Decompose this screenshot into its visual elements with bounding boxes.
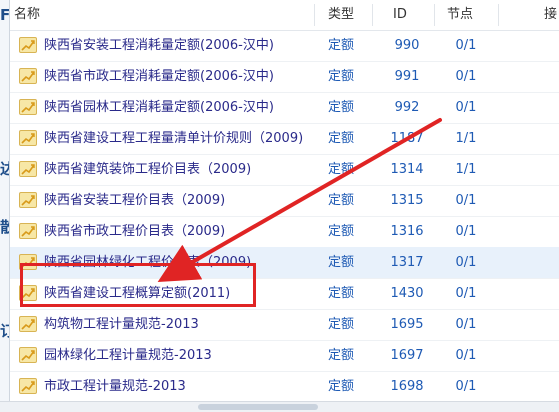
row-name[interactable]: 陕西省市政工程价目表（2009) [44, 216, 324, 247]
background-glyph: 达 [0, 160, 9, 178]
row-node: 0/1 [455, 348, 477, 363]
row-type: 定额 [328, 286, 355, 301]
table-row[interactable]: 陕西省园林绿化工程价目表（2009) 定额 1317 0/1 [10, 247, 559, 279]
row-name[interactable]: 陕西省建筑装饰工程价目表（2009) [44, 154, 324, 185]
row-id: 1698 [390, 379, 424, 394]
table-row[interactable]: 陕西省建设工程概算定额(2011) 定额 1430 0/1 [10, 278, 559, 310]
table-row[interactable]: 陕西省园林工程消耗量定额(2006-汉中) 定额 992 0/1 [10, 92, 559, 124]
row-id: 991 [394, 69, 420, 84]
column-divider[interactable] [434, 4, 435, 26]
chart-trend-icon [19, 254, 37, 270]
row-type: 定额 [328, 193, 355, 208]
row-type: 定额 [328, 348, 355, 363]
column-divider[interactable] [314, 4, 315, 26]
table-row[interactable]: 构筑物工程计量规范-2013 定额 1695 0/1 [10, 309, 559, 341]
row-name[interactable]: 园林绿化工程计量规范-2013 [44, 340, 324, 371]
table-row[interactable]: 陕西省建筑装饰工程价目表（2009) 定额 1314 1/1 [10, 154, 559, 186]
row-id: 1187 [390, 131, 424, 146]
row-type: 定额 [328, 38, 355, 53]
row-name[interactable]: 陕西省建设工程概算定额(2011) [44, 278, 324, 309]
background-glyph: F [0, 6, 9, 24]
table-row[interactable]: 陕西省市政工程消耗量定额(2006-汉中) 定额 991 0/1 [10, 61, 559, 93]
horizontal-scrollbar[interactable] [0, 401, 559, 412]
column-header-action[interactable]: 接 [544, 0, 557, 30]
row-type: 定额 [328, 100, 355, 115]
chart-trend-icon [19, 285, 37, 301]
table-row[interactable]: 园林绿化工程计量规范-2013 定额 1697 0/1 [10, 340, 559, 372]
row-name[interactable]: 陕西省建设工程工程量清单计价规则（2009) [44, 123, 324, 154]
column-header-name[interactable]: 名称 [14, 0, 40, 30]
scrollbar-thumb[interactable] [198, 404, 318, 410]
chart-trend-icon [19, 130, 37, 146]
chart-trend-icon [19, 347, 37, 363]
table-row[interactable]: 陕西省市政工程价目表（2009) 定额 1316 0/1 [10, 216, 559, 248]
row-node: 0/1 [455, 193, 477, 208]
table-row[interactable]: 市政工程计量规范-2013 定额 1698 0/1 [10, 371, 559, 403]
table-row[interactable]: 陕西省安装工程消耗量定额(2006-汉中) 定额 990 0/1 [10, 30, 559, 62]
quota-list-panel: 名称 类型 ID 节点 接 陕西省安装工程消耗量定额(2006-汉中) 定额 990… [9, 0, 559, 403]
table-row[interactable]: 陕西省建设工程工程量清单计价规则（2009) 定额 1187 1/1 [10, 123, 559, 155]
row-node: 0/1 [455, 38, 477, 53]
row-type: 定额 [328, 224, 355, 239]
row-id: 1695 [390, 317, 424, 332]
chart-trend-icon [19, 37, 37, 53]
chart-trend-icon [19, 161, 37, 177]
row-node: 1/1 [455, 162, 477, 177]
chart-trend-icon [19, 99, 37, 115]
row-type: 定额 [328, 379, 355, 394]
row-type: 定额 [328, 131, 355, 146]
row-node: 0/1 [455, 379, 477, 394]
row-type: 定额 [328, 162, 355, 177]
row-id: 1317 [390, 255, 424, 270]
row-node: 0/1 [455, 69, 477, 84]
row-node: 0/1 [455, 100, 477, 115]
table-header: 名称 类型 ID 节点 接 [10, 0, 559, 31]
row-name[interactable]: 构筑物工程计量规范-2013 [44, 309, 324, 340]
chart-trend-icon [19, 68, 37, 84]
row-type: 定额 [328, 255, 355, 270]
background-glyph: 散 [0, 218, 9, 236]
row-id: 990 [394, 38, 420, 53]
column-divider[interactable] [372, 4, 373, 26]
chart-trend-icon [19, 223, 37, 239]
row-id: 1316 [390, 224, 424, 239]
chart-trend-icon [19, 316, 37, 332]
column-header-id[interactable]: ID [393, 0, 407, 30]
row-id: 1697 [390, 348, 424, 363]
row-id: 1315 [390, 193, 424, 208]
background-glyph: 订 [0, 322, 9, 340]
chart-trend-icon [19, 378, 37, 394]
row-node: 0/1 [455, 286, 477, 301]
row-node: 0/1 [455, 224, 477, 239]
row-node: 0/1 [455, 317, 477, 332]
row-name[interactable]: 市政工程计量规范-2013 [44, 371, 324, 402]
row-name[interactable]: 陕西省园林工程消耗量定额(2006-汉中) [44, 92, 324, 123]
column-header-type[interactable]: 类型 [328, 0, 354, 30]
chart-trend-icon [19, 192, 37, 208]
row-node: 0/1 [455, 255, 477, 270]
row-type: 定额 [328, 317, 355, 332]
row-name[interactable]: 陕西省园林绿化工程价目表（2009) [44, 247, 324, 278]
column-header-node[interactable]: 节点 [447, 0, 473, 30]
row-type: 定额 [328, 69, 355, 84]
row-id: 1430 [390, 286, 424, 301]
row-name[interactable]: 陕西省安装工程消耗量定额(2006-汉中) [44, 30, 324, 61]
row-id: 1314 [390, 162, 424, 177]
table-row[interactable]: 陕西省安装工程价目表（2009) 定额 1315 0/1 [10, 185, 559, 217]
row-name[interactable]: 陕西省安装工程价目表（2009) [44, 185, 324, 216]
row-node: 1/1 [455, 131, 477, 146]
row-name[interactable]: 陕西省市政工程消耗量定额(2006-汉中) [44, 61, 324, 92]
row-id: 992 [394, 100, 420, 115]
column-divider[interactable] [498, 4, 499, 26]
